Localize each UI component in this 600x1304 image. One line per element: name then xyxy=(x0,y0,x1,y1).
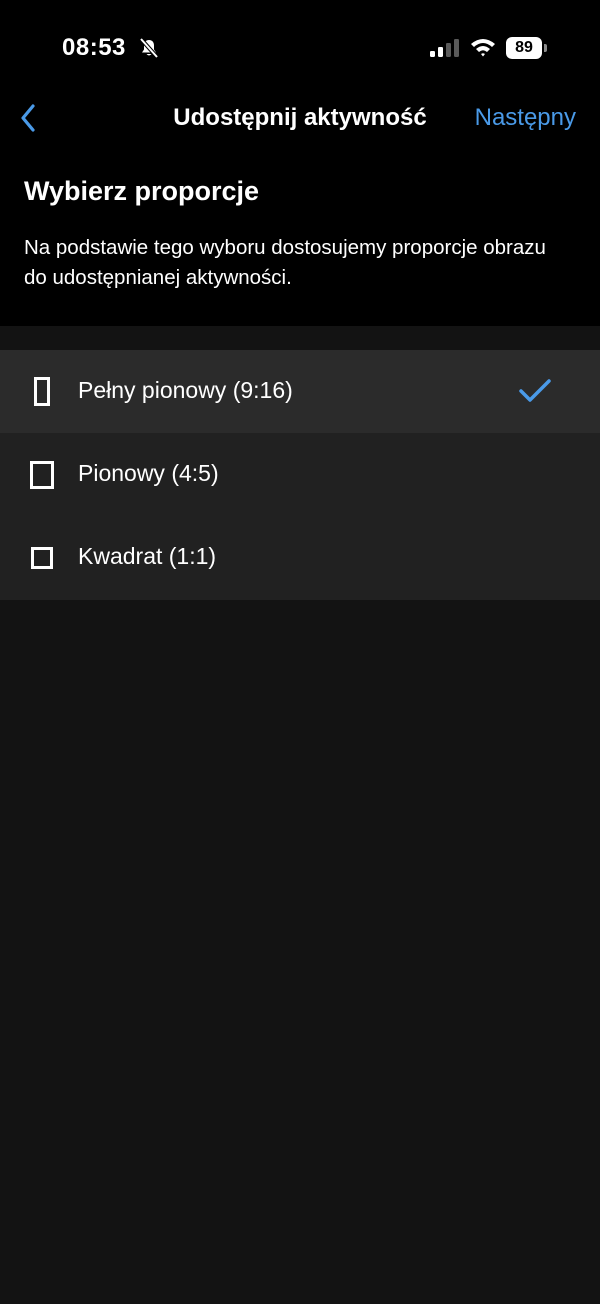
portrait-icon xyxy=(30,461,54,489)
option-full-portrait[interactable]: Pełny pionowy (9:16) xyxy=(0,350,600,433)
bell-off-icon xyxy=(138,37,160,59)
option-label: Pełny pionowy (9:16) xyxy=(78,377,293,403)
battery-tip xyxy=(544,44,547,52)
back-button[interactable] xyxy=(14,98,48,138)
battery-indicator: 89 xyxy=(506,37,542,59)
option-portrait[interactable]: Pionowy (4:5) xyxy=(0,433,600,516)
chevron-left-icon xyxy=(21,104,35,132)
option-square[interactable]: Kwadrat (1:1) xyxy=(0,516,600,599)
checkmark-icon xyxy=(518,378,552,404)
next-button[interactable]: Następny xyxy=(475,104,576,132)
status-bar: 08:53 89 xyxy=(0,0,600,96)
cellular-signal-icon xyxy=(430,38,460,58)
aspect-ratio-options: Pełny pionowy (9:16) Pionowy (4:5) Kwadr… xyxy=(0,350,600,600)
square-icon xyxy=(31,547,53,569)
section-description: Na podstawie tego wyboru dostosujemy pro… xyxy=(24,236,546,289)
option-label: Pionowy (4:5) xyxy=(78,460,219,486)
section-title: Wybierz proporcje xyxy=(24,176,260,206)
wifi-icon xyxy=(470,37,496,57)
option-label: Kwadrat (1:1) xyxy=(78,543,217,569)
navigation-bar: Udostępnij aktywność Następny xyxy=(0,96,600,140)
status-time: 08:53 xyxy=(62,34,126,61)
portrait-full-icon xyxy=(34,377,50,406)
section-separator xyxy=(0,326,600,350)
